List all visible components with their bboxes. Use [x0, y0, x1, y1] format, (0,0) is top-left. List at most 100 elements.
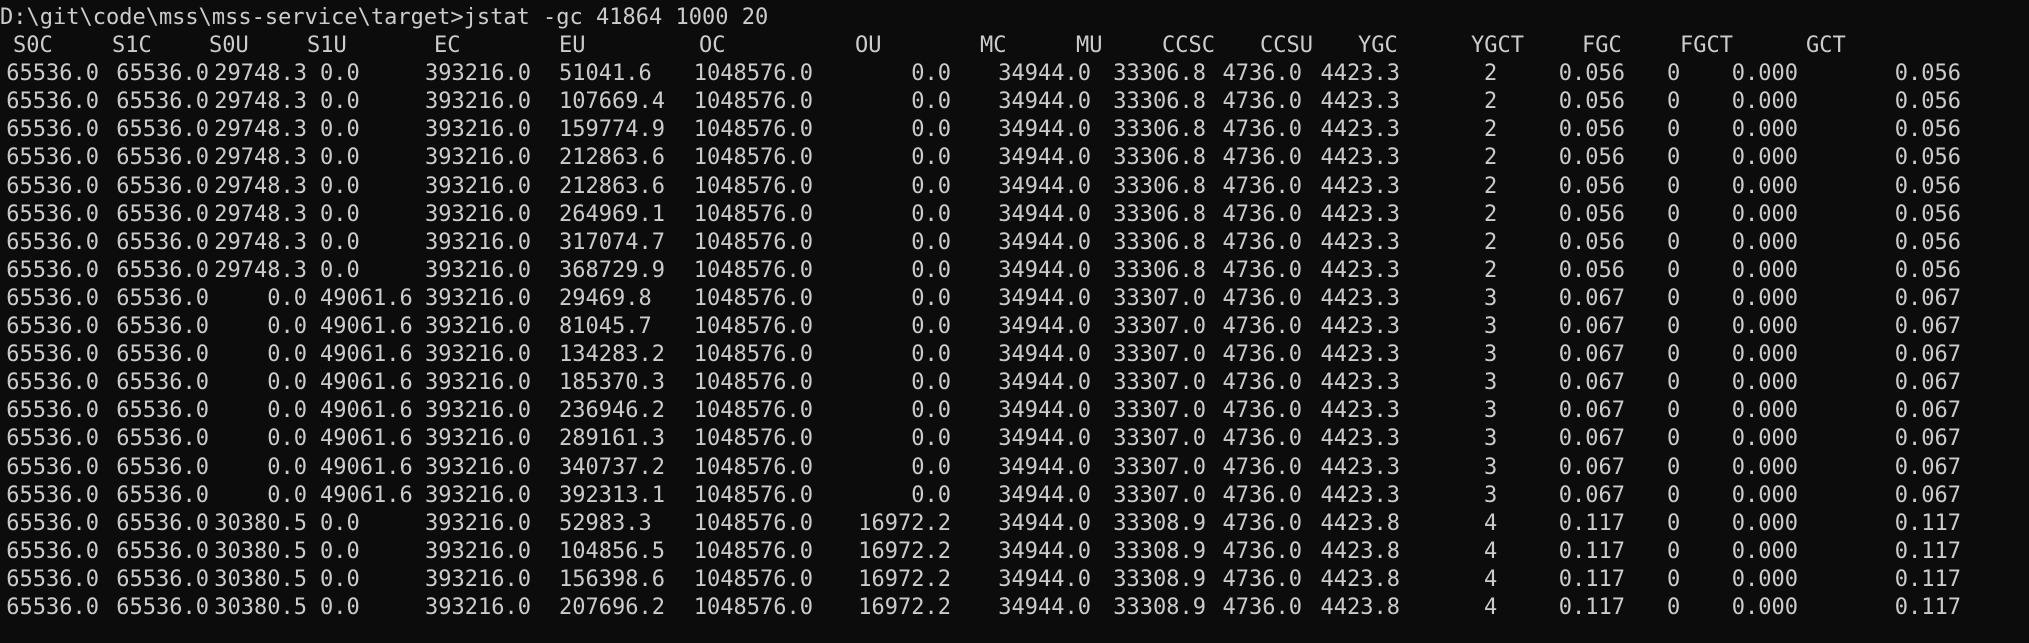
cell-s1c: 65536.0 — [116, 257, 209, 283]
cell-fgc: 0 — [1667, 510, 1681, 536]
cell-s1c: 65536.0 — [116, 145, 209, 171]
cell-s1u: 0.0 — [320, 61, 360, 87]
cell-eu: 289161.3 — [559, 426, 665, 452]
cell-s1u: 49061.6 — [320, 285, 413, 311]
cell-ccsc: 4736.0 — [1222, 229, 1302, 255]
cell-ygct: 0.067 — [1558, 398, 1625, 424]
cell-ec: 393216.0 — [425, 342, 531, 368]
cell-mc: 34944.0 — [998, 117, 1091, 143]
cell-fgct: 0.000 — [1731, 61, 1798, 87]
cell-fgct: 0.000 — [1731, 370, 1798, 396]
cell-s1u: 49061.6 — [320, 342, 413, 368]
table-row: 65536.0 65536.0 29748.3 0.0 393216.0 264969.1… — [0, 201, 2029, 229]
cell-ccsc: 4736.0 — [1222, 285, 1302, 311]
cell-ccsu: 4423.3 — [1320, 454, 1400, 480]
cell-mc: 34944.0 — [998, 201, 1091, 227]
cell-oc: 1048576.0 — [693, 510, 813, 536]
cell-mu: 33307.0 — [1113, 482, 1206, 508]
cell-ccsc: 4736.0 — [1222, 566, 1302, 592]
cell-ou: 0.0 — [911, 201, 951, 227]
cell-s0u: 0.0 — [267, 342, 307, 368]
cell-mu: 33306.8 — [1113, 117, 1206, 143]
cell-ygct: 0.067 — [1558, 370, 1625, 396]
cell-mc: 34944.0 — [998, 145, 1091, 171]
cell-s0u: 0.0 — [267, 454, 307, 480]
cell-ou: 0.0 — [911, 342, 951, 368]
cell-eu: 392313.1 — [559, 482, 665, 508]
cell-ec: 393216.0 — [425, 117, 531, 143]
terminal-window[interactable]: D:\git\code\mss\mss-service\target>jstat… — [0, 0, 2029, 643]
cell-ec: 393216.0 — [425, 285, 531, 311]
cell-eu: 156398.6 — [559, 566, 665, 592]
cell-ygc: 3 — [1484, 482, 1498, 508]
cell-ou: 0.0 — [911, 89, 951, 115]
cell-s1u: 0.0 — [320, 257, 360, 283]
cell-ygct: 0.056 — [1558, 89, 1625, 115]
column-header-mu: MU — [1076, 33, 1103, 58]
cell-ygc: 2 — [1484, 117, 1498, 143]
cell-ccsc: 4736.0 — [1222, 201, 1302, 227]
cell-s0u: 29748.3 — [214, 89, 307, 115]
cell-fgc: 0 — [1667, 61, 1681, 87]
cell-ygc: 4 — [1484, 538, 1498, 564]
cell-gct: 0.056 — [1894, 89, 1961, 115]
column-header-ygc: YGC — [1358, 33, 1398, 58]
cell-fgc: 0 — [1667, 595, 1681, 620]
cell-oc: 1048576.0 — [693, 314, 813, 339]
column-header-ou: OU — [855, 33, 882, 58]
table-row: 65536.0 65536.0 29748.3 0.0 393216.0 317074.7… — [0, 229, 2029, 257]
cell-s0c: 65536.0 — [6, 285, 99, 311]
cell-fgct: 0.000 — [1731, 482, 1798, 508]
cell-fgct: 0.000 — [1731, 454, 1798, 480]
cell-fgct: 0.000 — [1731, 173, 1798, 199]
cell-s0c: 65536.0 — [6, 426, 99, 452]
cell-ygct: 0.067 — [1558, 342, 1625, 368]
cell-fgct: 0.000 — [1731, 314, 1798, 339]
cell-mc: 34944.0 — [998, 257, 1091, 283]
cell-mu: 33308.9 — [1113, 566, 1206, 592]
cell-ou: 16972.2 — [858, 595, 951, 620]
cell-ec: 393216.0 — [425, 510, 531, 536]
cell-ygct: 0.117 — [1558, 510, 1625, 536]
cell-s0u: 29748.3 — [214, 201, 307, 227]
table-row: 65536.0 65536.0 29748.3 0.0 393216.0 107669.4… — [0, 88, 2029, 116]
column-header-s1c: S1C — [112, 33, 152, 58]
table-row: 65536.0 65536.0 29748.3 0.0 393216.0 159774.9… — [0, 116, 2029, 144]
table-row: 65536.0 65536.0 30380.5 0.0 393216.0 207696.2… — [0, 594, 2029, 622]
cell-gct: 0.056 — [1894, 173, 1961, 199]
cell-fgc: 0 — [1667, 370, 1681, 396]
cell-eu: 81045.7 — [559, 314, 652, 339]
cell-s0c: 65536.0 — [6, 454, 99, 480]
cell-mc: 34944.0 — [998, 566, 1091, 592]
cell-s1u: 0.0 — [320, 510, 360, 536]
cell-s1c: 65536.0 — [116, 173, 209, 199]
cell-ygc: 3 — [1484, 314, 1498, 339]
cell-s1c: 65536.0 — [116, 398, 209, 424]
cell-ccsc: 4736.0 — [1222, 89, 1302, 115]
cell-ec: 393216.0 — [425, 145, 531, 171]
cell-gct: 0.117 — [1894, 538, 1961, 564]
column-header-s1u: S1U — [307, 33, 347, 58]
cell-gct: 0.056 — [1894, 201, 1961, 227]
cell-s0c: 65536.0 — [6, 61, 99, 87]
cell-s0u: 30380.5 — [214, 510, 307, 536]
cell-s0c: 65536.0 — [6, 229, 99, 255]
cell-mc: 34944.0 — [998, 229, 1091, 255]
cell-mu: 33307.0 — [1113, 370, 1206, 396]
cell-ygc: 2 — [1484, 145, 1498, 171]
cell-mc: 34944.0 — [998, 370, 1091, 396]
cell-mu: 33306.8 — [1113, 229, 1206, 255]
cell-mc: 34944.0 — [998, 314, 1091, 339]
cell-mc: 34944.0 — [998, 426, 1091, 452]
cell-oc: 1048576.0 — [693, 595, 813, 620]
cell-ou: 0.0 — [911, 454, 951, 480]
cell-s0c: 65536.0 — [6, 482, 99, 508]
cell-eu: 185370.3 — [559, 370, 665, 396]
cell-s0c: 65536.0 — [6, 370, 99, 396]
cell-ccsu: 4423.3 — [1320, 370, 1400, 396]
cell-s0c: 65536.0 — [6, 314, 99, 339]
cell-gct: 0.056 — [1894, 229, 1961, 255]
cell-s0u: 0.0 — [267, 370, 307, 396]
cell-s1u: 0.0 — [320, 145, 360, 171]
table-row: 65536.0 65536.0 0.0 49061.6 393216.0 289161.3… — [0, 425, 2029, 453]
